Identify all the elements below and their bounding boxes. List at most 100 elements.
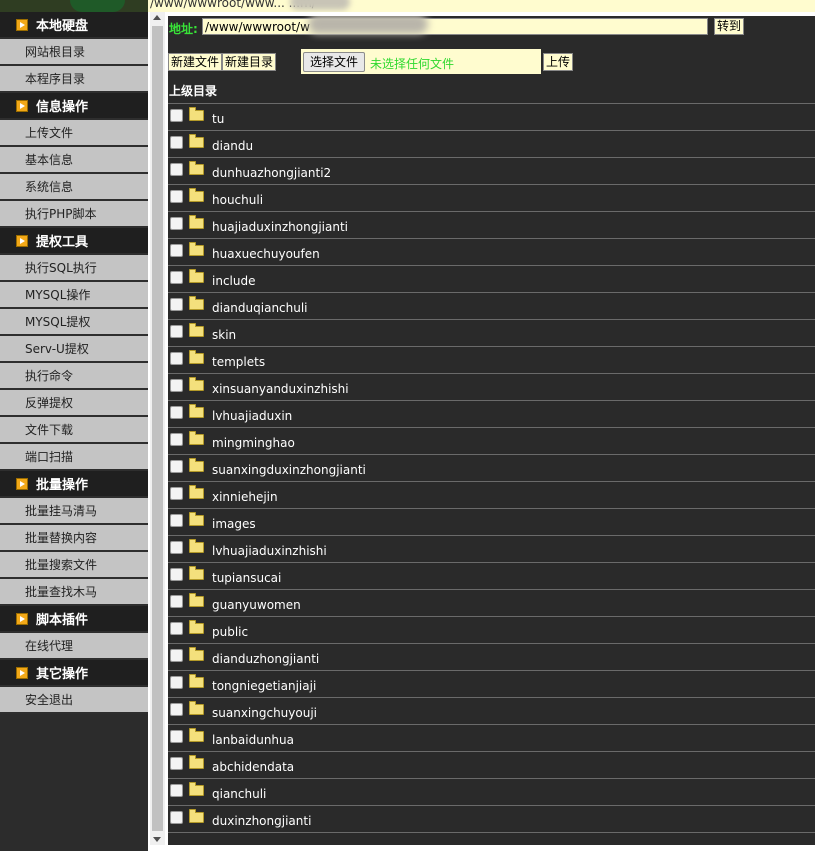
sidebar-item[interactable]: 端口扫描 [0,444,148,471]
choose-file-button[interactable]: 选择文件 [303,52,366,72]
folder-name-link[interactable]: dianduqianchuli [212,301,308,315]
folder-name-link[interactable]: lvhuajiaduxinzhishi [212,544,327,558]
folder-row: xinsuanyanduxinzhishi [168,374,815,401]
folder-icon [189,106,204,121]
sidebar-section: 其它操作 [0,660,148,687]
folder-name-link[interactable]: lanbaidunhua [212,733,294,747]
row-checkbox[interactable] [170,351,183,365]
sidebar-item[interactable]: 批量替换内容 [0,525,148,552]
row-checkbox[interactable] [170,513,183,527]
row-checkbox[interactable] [170,486,183,500]
vertical-scrollbar[interactable] [150,12,165,845]
row-checkbox[interactable] [170,324,183,338]
folder-name-link[interactable]: dunhuazhongjianti2 [212,166,331,180]
sidebar-item[interactable]: 本程序目录 [0,66,148,93]
folder-name-link[interactable]: suanxingduxinzhongjianti [212,463,366,477]
folder-name-link[interactable]: images [212,517,256,531]
row-checkbox[interactable] [170,810,183,824]
parent-dir-link[interactable]: 上级目录 [168,78,815,104]
sidebar-item[interactable]: 批量查找木马 [0,579,148,606]
row-checkbox[interactable] [170,432,183,446]
new-file-button[interactable]: 新建文件 [168,53,223,71]
row-checkbox[interactable] [170,459,183,473]
folder-row: houchuli [168,185,815,212]
scroll-up-icon[interactable] [153,15,161,20]
folder-icon [189,781,204,796]
row-checkbox[interactable] [170,189,183,203]
folder-name-link[interactable]: lvhuajiaduxin [212,409,292,423]
sidebar-item[interactable]: MYSQL操作 [0,282,148,309]
sidebar-item[interactable]: 安全退出 [0,687,148,714]
row-checkbox[interactable] [170,648,183,662]
folder-row: tongniegetianjiaji [168,671,815,698]
folder-name-link[interactable]: guanyuwomen [212,598,301,612]
address-input[interactable] [202,18,708,35]
row-checkbox[interactable] [170,675,183,689]
folder-row: duxinzhongjianti [168,806,815,833]
row-checkbox[interactable] [170,783,183,797]
row-checkbox[interactable] [170,621,183,635]
row-checkbox[interactable] [170,297,183,311]
sidebar-item[interactable]: 批量搜索文件 [0,552,148,579]
row-checkbox[interactable] [170,567,183,581]
row-checkbox[interactable] [170,243,183,257]
folder-row: diandu [168,131,815,158]
sidebar-item[interactable]: 执行命令 [0,363,148,390]
sidebar-item[interactable]: 反弹提权 [0,390,148,417]
scroll-down-icon[interactable] [153,837,161,842]
row-checkbox[interactable] [170,135,183,149]
row-checkbox[interactable] [170,702,183,716]
sidebar-item[interactable]: Serv-U提权 [0,336,148,363]
sidebar: 本地硬盘 网站根目录 本程序目录 信息操作 上传文件 基本信息 系统信息 执行PHP脚本 提权工… [0,12,148,851]
row-checkbox[interactable] [170,162,183,176]
folder-name-link[interactable]: dianduzhongjianti [212,652,319,666]
sidebar-item[interactable]: 文件下载 [0,417,148,444]
folder-name-link[interactable]: mingminghao [212,436,295,450]
folder-name-link[interactable]: skin [212,328,236,342]
sidebar-item[interactable]: 基本信息 [0,147,148,174]
sidebar-item[interactable]: 网站根目录 [0,39,148,66]
row-checkbox[interactable] [170,378,183,392]
row-checkbox[interactable] [170,108,183,122]
folder-name-link[interactable]: xinniehejin [212,490,278,504]
folder-name-link[interactable]: duxinzhongjianti [212,814,311,828]
folder-name-link[interactable]: houchuli [212,193,263,207]
sidebar-item[interactable]: 批量挂马清马 [0,498,148,525]
row-checkbox[interactable] [170,216,183,230]
folder-icon [189,214,204,229]
folder-name-link[interactable]: tu [212,112,224,126]
sidebar-item[interactable]: 系统信息 [0,174,148,201]
folder-icon [189,565,204,580]
folder-name-link[interactable]: qianchuli [212,787,266,801]
sidebar-item[interactable]: 执行PHP脚本 [0,201,148,228]
upload-button[interactable]: 上传 [543,53,574,71]
folder-name-link[interactable]: diandu [212,139,253,153]
row-checkbox[interactable] [170,405,183,419]
row-checkbox[interactable] [170,594,183,608]
folder-name-link[interactable]: suanxingchuyouji [212,706,317,720]
folder-name-link[interactable]: huajiaduxinzhongjianti [212,220,348,234]
sidebar-item[interactable]: 上传文件 [0,120,148,147]
sidebar-item[interactable]: 执行SQL执行 [0,255,148,282]
folder-name-link[interactable]: xinsuanyanduxinzhishi [212,382,349,396]
new-dir-button[interactable]: 新建目录 [222,53,277,71]
sidebar-item[interactable]: 在线代理 [0,633,148,660]
folder-row: include [168,266,815,293]
folder-row: images [168,509,815,536]
folder-name-link[interactable]: public [212,625,248,639]
folder-name-link[interactable]: tupiansucai [212,571,281,585]
folder-name-link[interactable]: include [212,274,255,288]
scrollbar-thumb[interactable] [152,26,163,831]
row-checkbox[interactable] [170,756,183,770]
folder-name-link[interactable]: abchidendata [212,760,294,774]
folder-name-link[interactable]: huaxuechuyoufen [212,247,320,261]
row-checkbox[interactable] [170,729,183,743]
sidebar-item[interactable]: MYSQL提权 [0,309,148,336]
folder-name-link[interactable]: templets [212,355,265,369]
row-checkbox[interactable] [170,270,183,284]
folder-icon [189,538,204,553]
go-button[interactable]: 转到 [714,18,745,35]
folder-row: suanxingchuyouji [168,698,815,725]
row-checkbox[interactable] [170,540,183,554]
folder-name-link[interactable]: tongniegetianjiaji [212,679,316,693]
